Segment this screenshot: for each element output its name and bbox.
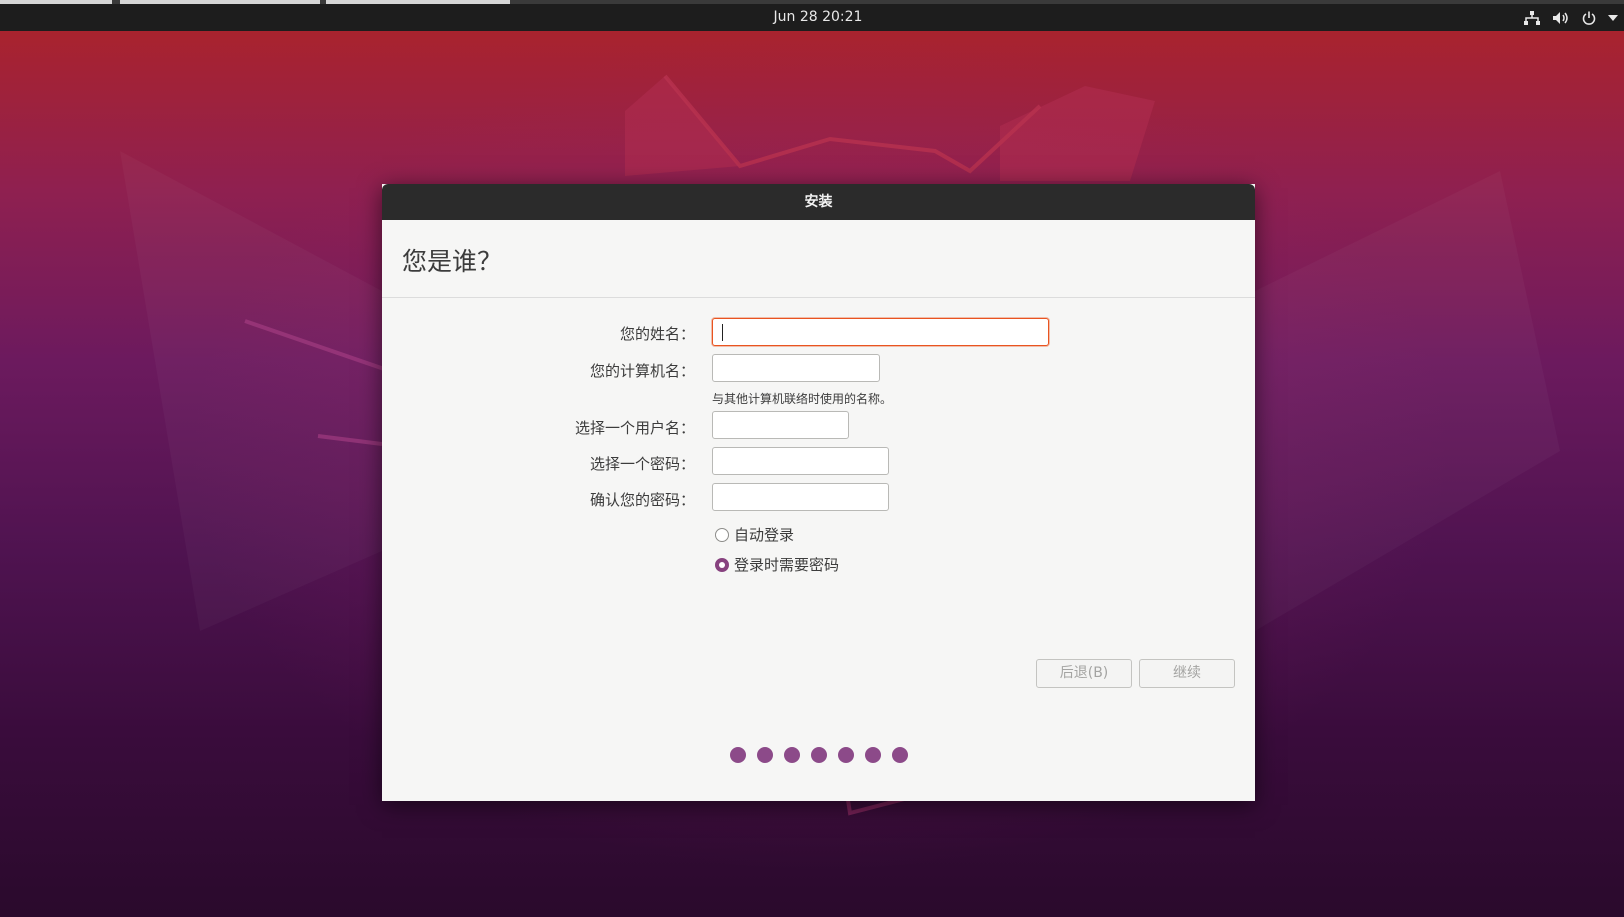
clock[interactable]: Jun 28 20:21: [0, 4, 1624, 30]
username-label: 选择一个用户名：: [574, 419, 695, 437]
text-caret: [722, 324, 723, 341]
confirm-password-label: 确认您的密码：: [589, 491, 695, 509]
password-field[interactable]: [712, 447, 889, 475]
auto-login-option[interactable]: 自动登录: [715, 524, 794, 545]
window-title[interactable]: 安装: [382, 184, 1255, 220]
confirm-password-field[interactable]: [712, 483, 889, 511]
installer-progress-dots: [730, 747, 908, 763]
top-bar: Jun 28 20:21: [0, 4, 1624, 31]
page-heading: 您是谁？: [402, 247, 503, 276]
progress-dot: [892, 747, 908, 763]
password-label: 选择一个密码：: [589, 455, 695, 473]
progress-dot: [757, 747, 773, 763]
progress-dot: [730, 747, 746, 763]
progress-dot: [865, 747, 881, 763]
computer-name-field[interactable]: [712, 354, 880, 382]
progress-dot: [784, 747, 800, 763]
name-label: 您的姓名：: [619, 325, 695, 343]
menu-arrow-icon[interactable]: [1608, 14, 1618, 21]
auto-login-label[interactable]: 自动登录: [734, 524, 794, 545]
require-password-label[interactable]: 登录时需要密码: [734, 554, 839, 575]
heading-divider: [382, 297, 1255, 298]
require-password-radio[interactable]: [715, 557, 729, 572]
require-password-option[interactable]: 登录时需要密码: [715, 554, 839, 575]
progress-dot: [811, 747, 827, 763]
auto-login-radio[interactable]: [715, 527, 729, 542]
computer-name-hint: 与其他计算机联络时使用的名称。: [712, 392, 893, 406]
username-field[interactable]: [712, 411, 849, 439]
back-button[interactable]: 后退(B): [1036, 659, 1132, 688]
network-icon[interactable]: [1524, 10, 1540, 25]
continue-button[interactable]: 继续: [1139, 659, 1235, 688]
computer-name-label: 您的计算机名：: [589, 362, 695, 380]
power-icon[interactable]: [1582, 11, 1596, 25]
progress-dot: [838, 747, 854, 763]
system-tray[interactable]: [1524, 4, 1618, 31]
name-field[interactable]: [712, 318, 1049, 346]
installer-window: 安装 您是谁？ 您的姓名： 您的计算机名： 与其他计算机联络时使用的名称。 选择…: [382, 184, 1255, 801]
volume-icon[interactable]: [1552, 11, 1570, 25]
